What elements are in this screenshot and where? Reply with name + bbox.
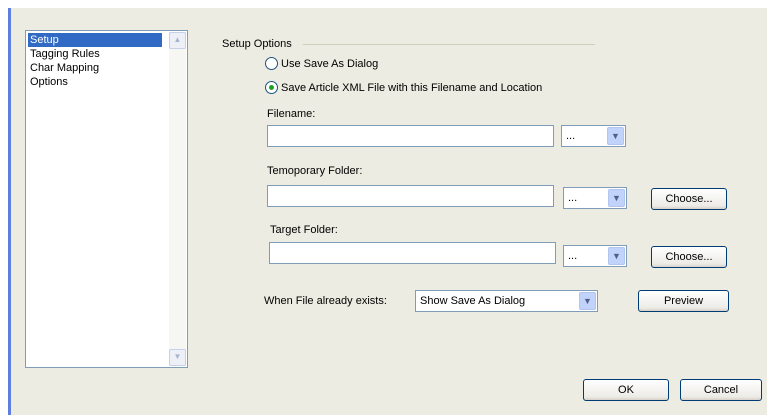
target-folder-combo[interactable]: ... ▼ xyxy=(563,245,627,267)
temporary-folder-combo[interactable]: ... ▼ xyxy=(563,187,627,209)
preview-button[interactable]: Preview xyxy=(638,290,729,312)
file-exists-combo[interactable]: Show Save As Dialog ▼ xyxy=(415,290,598,312)
filename-combo-value: ... xyxy=(566,130,576,142)
chevron-down-icon[interactable]: ▼ xyxy=(579,292,596,310)
filename-label: Filename: xyxy=(267,108,316,120)
file-exists-label: When File already exists: xyxy=(264,295,387,307)
category-list[interactable]: Setup Tagging Rules Char Mapping Options… xyxy=(25,30,188,368)
file-exists-value: Show Save As Dialog xyxy=(420,295,526,307)
list-item-setup[interactable]: Setup xyxy=(28,33,162,47)
chevron-down-icon[interactable]: ▼ xyxy=(607,127,624,145)
filename-input[interactable] xyxy=(267,125,554,147)
scroll-up-icon[interactable]: ▲ xyxy=(169,32,186,49)
target-folder-input[interactable] xyxy=(269,242,556,264)
temporary-folder-label: Temoporary Folder: xyxy=(267,165,363,177)
group-title: Setup Options xyxy=(222,38,292,50)
radio-save-xml-file[interactable] xyxy=(265,81,278,94)
target-folder-combo-value: ... xyxy=(568,250,578,262)
chevron-down-icon[interactable]: ▼ xyxy=(608,189,625,207)
list-item-tagging-rules[interactable]: Tagging Rules xyxy=(28,47,100,61)
choose-target-folder-button[interactable]: Choose... xyxy=(651,246,727,268)
filename-combo[interactable]: ... ▼ xyxy=(561,125,626,147)
chevron-down-icon[interactable]: ▼ xyxy=(608,247,625,265)
radio-save-xml-file-label[interactable]: Save Article XML File with this Filename… xyxy=(281,81,542,95)
temporary-folder-input[interactable] xyxy=(267,185,554,207)
choose-temporary-folder-button[interactable]: Choose... xyxy=(651,188,727,210)
ok-button[interactable]: OK xyxy=(583,379,669,401)
target-folder-label: Target Folder: xyxy=(270,224,338,236)
radio-save-as-dialog-label[interactable]: Use Save As Dialog xyxy=(281,57,378,71)
list-item-char-mapping[interactable]: Char Mapping xyxy=(28,61,99,75)
scroll-down-icon[interactable]: ▼ xyxy=(169,349,186,366)
list-item-options[interactable]: Options xyxy=(28,75,68,89)
window-edge xyxy=(8,8,11,415)
temporary-folder-combo-value: ... xyxy=(568,192,578,204)
radio-save-as-dialog[interactable] xyxy=(265,57,278,70)
group-divider xyxy=(303,44,595,45)
radio-selected-dot xyxy=(269,85,274,90)
cancel-button[interactable]: Cancel xyxy=(680,379,762,401)
list-scrollbar[interactable]: ▲ ▼ xyxy=(169,32,186,366)
